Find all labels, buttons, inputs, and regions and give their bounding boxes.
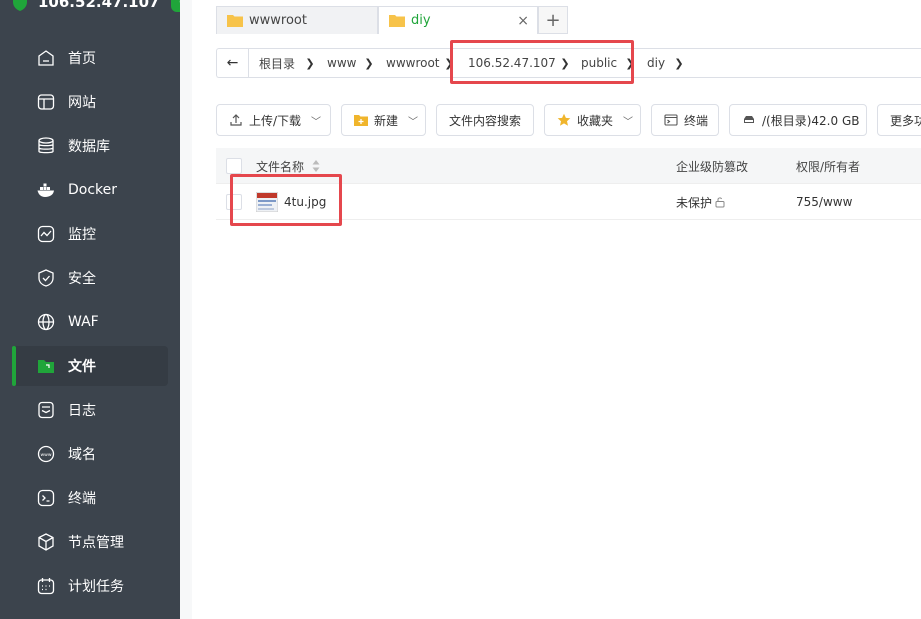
unlock-icon bbox=[715, 197, 725, 208]
calendar-icon bbox=[37, 578, 55, 595]
breadcrumb-www[interactable]: www bbox=[327, 49, 356, 77]
permission-cell[interactable]: 755/www bbox=[796, 184, 852, 220]
sidebar-item-label: 网站 bbox=[68, 95, 96, 111]
file-content-search-button[interactable]: 文件内容搜索 bbox=[436, 104, 534, 136]
sidebar-item-database[interactable]: 数据库 bbox=[12, 126, 168, 166]
more-functions-label: 更多功能 bbox=[890, 113, 921, 128]
sidebar-item-label: 监控 bbox=[68, 227, 96, 243]
chevron-down-icon: ﹀ bbox=[623, 116, 634, 128]
sidebar-item-home[interactable]: 首页 bbox=[12, 38, 168, 78]
sort-icon[interactable] bbox=[312, 159, 320, 173]
column-header-tamper: 企业级防篡改 bbox=[676, 159, 749, 174]
server-shield-icon bbox=[13, 0, 27, 11]
sidebar-item-nodes[interactable]: 节点管理 bbox=[12, 522, 168, 562]
domain-icon: www bbox=[37, 445, 55, 463]
back-arrow-icon[interactable]: ← bbox=[217, 49, 249, 77]
sidebar-item-cron[interactable]: 计划任务 bbox=[12, 566, 168, 606]
new-label: 新建 bbox=[374, 113, 399, 128]
tab-diy[interactable]: diy × bbox=[378, 6, 538, 34]
star-icon bbox=[557, 113, 571, 126]
sidebar-item-label: 安全 bbox=[68, 271, 96, 287]
sidebar-item-label: 首页 bbox=[68, 51, 96, 67]
sidebar-item-website[interactable]: 网站 bbox=[12, 82, 168, 122]
terminal-icon bbox=[37, 489, 55, 507]
sidebar-item-waf[interactable]: WAF bbox=[12, 302, 168, 342]
sidebar-item-label: WAF bbox=[68, 314, 99, 330]
waf-globe-icon bbox=[37, 313, 55, 331]
disk-label: /(根目录)42.0 GB bbox=[762, 113, 860, 128]
database-icon bbox=[38, 137, 54, 154]
sidebar-item-monitor[interactable]: 监控 bbox=[12, 214, 168, 254]
breadcrumb-wwwroot[interactable]: wwwroot bbox=[386, 49, 440, 77]
sidebar-item-label: 数据库 bbox=[68, 139, 110, 155]
folder-icon bbox=[38, 360, 54, 373]
main-area: wwwroot diy × + ← 根目录 ❯ www ❯ wwwroot ❯ … bbox=[180, 0, 921, 619]
file-highlight-box bbox=[230, 174, 342, 226]
new-folder-icon bbox=[354, 115, 368, 126]
sidebar-item-label: 日志 bbox=[68, 403, 96, 419]
upload-download-label: 上传/下载 bbox=[249, 113, 302, 128]
sidebar-item-logs[interactable]: 日志 bbox=[12, 390, 168, 430]
chevron-right-icon[interactable]: ❯ bbox=[362, 49, 376, 77]
chevron-right-icon[interactable]: ❯ bbox=[303, 49, 317, 77]
sidebar-item-label: 终端 bbox=[68, 491, 96, 507]
column-header-permission: 权限/所有者 bbox=[796, 159, 861, 174]
server-ip: 106.52.47.107 bbox=[38, 0, 160, 11]
sidebar-item-label: 域名 bbox=[68, 447, 96, 463]
website-icon bbox=[37, 94, 55, 110]
disk-icon bbox=[744, 116, 754, 123]
sidebar: 106.52.47.107 0 首页 网站 数据库 Docker 监控 安全 W… bbox=[0, 0, 196, 619]
add-tab-button[interactable]: + bbox=[538, 6, 568, 34]
close-icon[interactable]: × bbox=[517, 13, 529, 29]
docker-icon bbox=[37, 183, 54, 197]
log-icon bbox=[38, 401, 54, 419]
breadcrumb-root[interactable]: 根目录 bbox=[259, 49, 295, 77]
more-functions-button[interactable]: 更多功能 bbox=[877, 104, 921, 136]
breadcrumb-highlight-box bbox=[450, 40, 634, 84]
server-header[interactable]: 106.52.47.107 0 bbox=[10, 0, 196, 12]
sidebar-item-label: Docker bbox=[68, 182, 118, 198]
tab-wwwroot[interactable]: wwwroot bbox=[216, 6, 378, 34]
chevron-right-icon[interactable]: ❯ bbox=[672, 49, 686, 77]
sidebar-item-docker[interactable]: Docker bbox=[12, 170, 168, 210]
sidebar-item-files[interactable]: 文件 bbox=[12, 346, 168, 386]
tamper-status-cell[interactable]: 未保护 bbox=[676, 184, 726, 220]
favorites-button[interactable]: 收藏夹 ﹀ bbox=[544, 104, 641, 136]
chevron-down-icon: ﹀ bbox=[408, 116, 419, 128]
sidebar-item-domain[interactable]: www 域名 bbox=[12, 434, 168, 474]
favorites-label: 收藏夹 bbox=[577, 113, 614, 128]
sidebar-item-label: 节点管理 bbox=[68, 535, 124, 551]
sidebar-item-label: 计划任务 bbox=[68, 579, 124, 595]
folder-icon bbox=[389, 15, 405, 27]
upload-icon bbox=[230, 114, 242, 126]
node-cube-icon bbox=[38, 533, 54, 551]
terminal-label: 终端 bbox=[684, 113, 709, 128]
tab-label: diy bbox=[411, 13, 431, 28]
select-all-checkbox[interactable] bbox=[226, 158, 242, 174]
svg-text:www: www bbox=[40, 453, 51, 458]
upload-download-button[interactable]: 上传/下载 ﹀ bbox=[216, 104, 331, 136]
home-icon bbox=[38, 50, 54, 66]
sidebar-item-security[interactable]: 安全 bbox=[12, 258, 168, 298]
breadcrumb-diy[interactable]: diy bbox=[647, 49, 665, 77]
chevron-down-icon: ﹀ bbox=[311, 116, 322, 128]
disk-button[interactable]: /(根目录)42.0 GB bbox=[729, 104, 867, 136]
terminal-button[interactable]: 终端 bbox=[651, 104, 719, 136]
security-shield-icon bbox=[38, 269, 54, 287]
tab-label: wwwroot bbox=[249, 13, 307, 28]
folder-icon bbox=[227, 15, 243, 27]
sidebar-item-label: 文件 bbox=[68, 359, 96, 375]
file-manager-panel: wwwroot diy × + ← 根目录 ❯ www ❯ wwwroot ❯ … bbox=[192, 0, 921, 619]
terminal-icon bbox=[664, 114, 678, 126]
sidebar-item-terminal[interactable]: 终端 bbox=[12, 478, 168, 518]
file-content-search-label: 文件内容搜索 bbox=[449, 113, 522, 128]
new-button[interactable]: 新建 ﹀ bbox=[341, 104, 426, 136]
monitor-icon bbox=[37, 225, 55, 243]
